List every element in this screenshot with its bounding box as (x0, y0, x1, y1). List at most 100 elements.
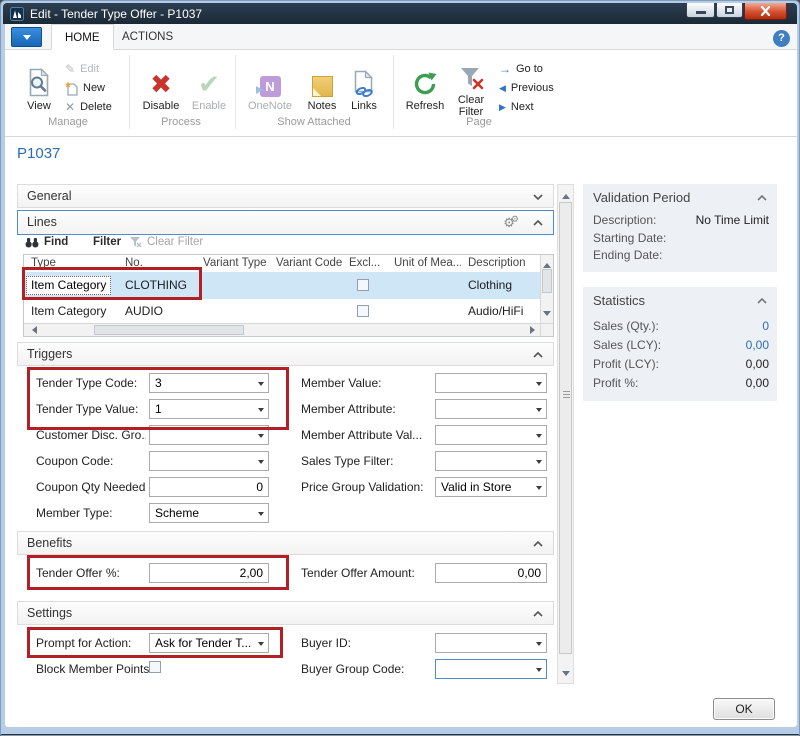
grid-hscroll-thumb[interactable] (94, 325, 244, 335)
column-header-unit-of-measure[interactable]: Unit of Mea... (387, 255, 461, 272)
price-group-validation-field[interactable]: Valid in Store (435, 477, 547, 497)
dropdown-arrow-icon[interactable] (258, 434, 264, 441)
chevron-up-icon[interactable] (757, 195, 767, 201)
buyer-group-code-field[interactable] (435, 659, 547, 679)
chevron-up-icon[interactable] (533, 352, 543, 358)
main-vscrollbar[interactable] (557, 184, 574, 684)
tender-type-code-field[interactable]: 3 (149, 373, 269, 393)
grid-vscrollbar[interactable] (540, 255, 553, 323)
next-button[interactable]: ▶ Next (499, 99, 534, 115)
close-button[interactable] (744, 3, 787, 20)
scroll-up-icon[interactable] (562, 190, 570, 199)
cell-type[interactable]: Item Category (24, 299, 118, 323)
fasttab-settings[interactable]: Settings (17, 601, 554, 625)
dropdown-arrow-icon[interactable] (258, 642, 264, 649)
dropdown-arrow-icon[interactable] (258, 460, 264, 467)
scroll-right-icon[interactable] (530, 326, 539, 334)
block-member-points-checkbox[interactable] (149, 661, 161, 673)
scroll-up-icon[interactable] (543, 259, 551, 268)
prompt-for-action-field[interactable]: Ask for Tender T... (149, 633, 269, 653)
dropdown-arrow-icon[interactable] (536, 460, 542, 467)
previous-button[interactable]: ◀ Previous (499, 80, 554, 96)
dropdown-arrow-icon[interactable] (536, 668, 542, 675)
column-header-excl[interactable]: Excl... (342, 255, 387, 272)
dropdown-arrow-icon[interactable] (258, 382, 264, 389)
cell-no[interactable]: CLOTHING (118, 272, 196, 299)
scroll-down-icon[interactable] (562, 671, 570, 680)
coupon-qty-needed-field[interactable]: 0 (149, 477, 269, 497)
dropdown-arrow-icon[interactable] (536, 382, 542, 389)
chevron-up-icon[interactable] (533, 541, 543, 547)
column-header-variant-type[interactable]: Variant Type (196, 255, 269, 272)
cell-description[interactable]: Clothing (461, 272, 540, 299)
column-header-variant-code[interactable]: Variant Code (269, 255, 342, 272)
field-label: Block Member Points: (36, 662, 151, 676)
grid-vscroll-thumb[interactable] (542, 269, 552, 293)
dropdown-arrow-icon[interactable] (258, 512, 264, 519)
table-row[interactable]: Item Category AUDIO Audio/HiFi (24, 299, 540, 323)
tab-home[interactable]: HOME (51, 24, 114, 50)
member-type-field[interactable]: Scheme (149, 503, 269, 523)
view-button[interactable]: View (17, 57, 61, 112)
excl-checkbox[interactable] (357, 279, 369, 291)
coupon-code-field[interactable] (149, 451, 269, 471)
help-icon[interactable]: ? (773, 30, 790, 47)
chevron-up-icon[interactable] (757, 298, 767, 304)
column-header-type[interactable]: Type (24, 255, 118, 272)
scroll-left-icon[interactable] (28, 326, 37, 334)
chevron-up-icon[interactable] (533, 611, 543, 617)
sales-type-filter-field[interactable] (435, 451, 547, 471)
goto-button[interactable]: → Go to (499, 61, 543, 77)
cell-type[interactable]: Item Category (26, 276, 111, 295)
member-value-field[interactable] (435, 373, 547, 393)
dropdown-arrow-icon[interactable] (536, 642, 542, 649)
scroll-down-icon[interactable] (543, 311, 551, 320)
fasttab-triggers[interactable]: Triggers (17, 342, 554, 366)
fasttab-benefits[interactable]: Benefits (17, 531, 554, 555)
links-button[interactable]: Links (345, 57, 383, 112)
factbox-header[interactable]: Statistics (583, 287, 777, 315)
minimize-button[interactable] (686, 3, 715, 18)
fasttab-lines[interactable]: Lines ⚙⚙ (17, 210, 554, 235)
tender-offer-pct-field[interactable]: 2,00 (149, 563, 269, 583)
binoculars-icon (25, 237, 39, 248)
application-menu-button[interactable] (11, 27, 42, 47)
factbox-header[interactable]: Validation Period (583, 184, 777, 212)
sales-qty-value[interactable]: 0 (762, 319, 769, 333)
ok-button[interactable]: OK (713, 698, 775, 720)
chevron-down-icon[interactable] (533, 194, 543, 200)
dropdown-arrow-icon[interactable] (536, 486, 542, 493)
refresh-button[interactable]: Refresh (401, 57, 449, 112)
fasttab-general[interactable]: General (17, 184, 554, 208)
dropdown-arrow-icon[interactable] (258, 408, 264, 415)
filter-button[interactable]: Filter (93, 236, 121, 248)
buyer-id-field[interactable] (435, 633, 547, 653)
dropdown-arrow-icon[interactable] (536, 408, 542, 415)
dropdown-arrow-icon[interactable] (536, 434, 542, 441)
main-vscroll-thumb[interactable] (559, 202, 572, 654)
tender-offer-amount-field[interactable]: 0,00 (435, 563, 547, 583)
new-button[interactable]: New (65, 80, 105, 96)
maximize-button[interactable] (716, 3, 743, 18)
chevron-up-icon[interactable] (533, 220, 543, 226)
delete-button[interactable]: ✕ Delete (65, 99, 112, 115)
tender-type-value-field[interactable]: 1 (149, 399, 269, 419)
maximize-icon (725, 6, 734, 14)
disable-button[interactable]: ✖ Disable (137, 57, 185, 112)
cell-no[interactable]: AUDIO (118, 299, 196, 323)
gear-icon[interactable]: ⚙⚙ (503, 212, 523, 235)
column-header-no[interactable]: No. (118, 255, 196, 272)
find-button[interactable]: Find (25, 236, 68, 248)
excl-checkbox[interactable] (357, 305, 369, 317)
clear-filter-button[interactable]: Clear Filter (451, 57, 493, 118)
tab-actions[interactable]: ACTIONS (109, 24, 186, 50)
cell-description[interactable]: Audio/HiFi (461, 299, 540, 323)
member-attribute-field[interactable] (435, 399, 547, 419)
notes-button[interactable]: Notes (301, 57, 343, 112)
grid-hscrollbar[interactable] (24, 323, 540, 336)
column-header-description[interactable]: Description (461, 255, 540, 272)
sales-lcy-value[interactable]: 0,00 (746, 338, 769, 352)
table-row[interactable]: Item Category CLOTHING Clothing (24, 272, 540, 299)
member-attribute-value-field[interactable] (435, 425, 547, 445)
customer-disc-group-field[interactable] (149, 425, 269, 445)
